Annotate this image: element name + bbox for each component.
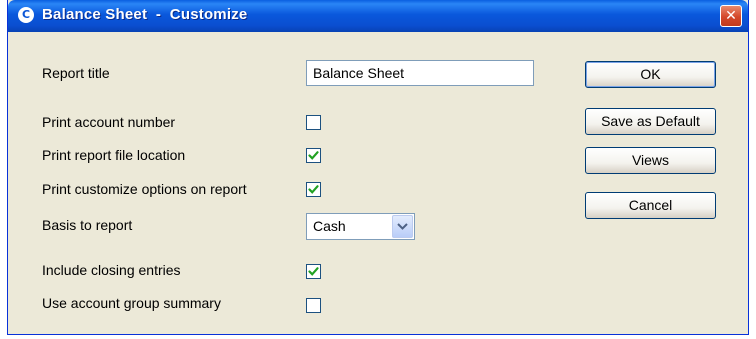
print-account-number-checkbox[interactable] — [306, 115, 321, 130]
print-report-file-location-checkbox[interactable] — [306, 148, 321, 163]
close-icon: ✕ — [725, 8, 737, 24]
chevron-down-icon — [397, 223, 408, 230]
title-bar[interactable]: C Balance Sheet - Customize ✕ — [8, 0, 748, 32]
check-icon — [308, 267, 319, 276]
basis-to-report-label: Basis to report — [42, 217, 133, 233]
print-customize-options-label: Print customize options on report — [42, 181, 247, 197]
customize-dialog: C Balance Sheet - Customize ✕ Report tit… — [7, 0, 749, 335]
report-title-label: Report title — [42, 65, 110, 81]
ok-button[interactable]: OK — [585, 61, 716, 88]
include-closing-entries-checkbox[interactable] — [306, 264, 321, 279]
print-account-number-label: Print account number — [42, 114, 176, 130]
print-customize-options-checkbox[interactable] — [306, 182, 321, 197]
use-account-group-summary-label: Use account group summary — [42, 295, 221, 311]
include-closing-entries-label: Include closing entries — [42, 262, 181, 278]
check-icon — [308, 185, 319, 194]
basis-to-report-select[interactable]: Cash — [306, 213, 415, 240]
close-button[interactable]: ✕ — [720, 5, 742, 27]
cancel-button[interactable]: Cancel — [585, 192, 716, 219]
app-logo-icon: C — [18, 7, 34, 23]
use-account-group-summary-checkbox[interactable] — [306, 298, 321, 313]
window-title: Balance Sheet - Customize — [42, 6, 248, 23]
dropdown-button[interactable] — [392, 215, 413, 238]
basis-selected-value: Cash — [313, 218, 346, 234]
print-report-file-location-label: Print report file location — [42, 147, 186, 163]
report-title-input[interactable]: Balance Sheet — [306, 60, 534, 86]
check-icon — [308, 151, 319, 160]
save-as-default-button[interactable]: Save as Default — [585, 108, 716, 135]
views-button[interactable]: Views — [585, 147, 716, 174]
